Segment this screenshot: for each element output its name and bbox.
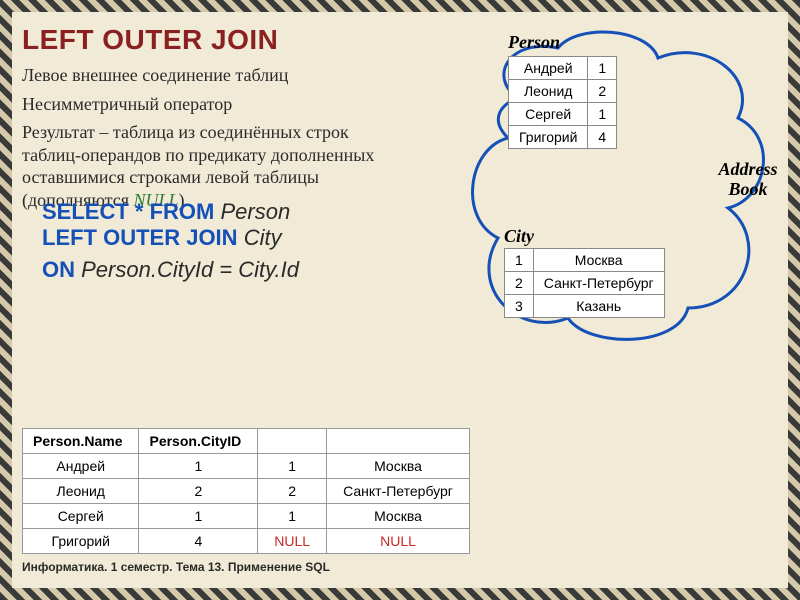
city-table: 1Москва 2Санкт-Петербург 3Казань [504,248,665,318]
result-table: Person.Name Person.CityID Андрей11Москва… [22,428,470,554]
desc-line-3: Результат – таблица из соединённых строк… [22,121,382,211]
table-row: Леонид22Санкт-Петербург [23,479,470,504]
col-city-id [258,429,327,454]
description-block: Левое внешнее соединение таблиц Несиммет… [22,64,382,211]
city-label: City [504,226,534,247]
person-table: Андрей1 Леонид2 Сергей1 Григорий4 [508,56,617,149]
col-person-name: Person.Name [23,429,139,454]
address-book-label: Address Book [708,160,788,200]
table-row: Сергей11Москва [23,504,470,529]
sql-line-2: LEFT OUTER JOIN City [42,225,782,251]
desc-line-1: Левое внешнее соединение таблиц [22,64,382,87]
desc-line-2: Несимметричный оператор [22,93,382,116]
footer-text: Информатика. 1 семестр. Тема 13. Примене… [22,560,330,574]
sql-line-3: ON Person.CityId = City.Id [42,257,782,283]
table-row: Григорий4 NULLNULL [23,529,470,554]
page-title: LEFT OUTER JOIN [22,24,782,56]
sql-line-1: SELECT * FROM Person [42,199,782,225]
col-person-cityid: Person.CityID [139,429,258,454]
col-city-name [327,429,470,454]
table-row: Андрей11Москва [23,454,470,479]
sql-block: SELECT * FROM Person LEFT OUTER JOIN Cit… [42,199,782,283]
person-label: Person [508,32,560,53]
